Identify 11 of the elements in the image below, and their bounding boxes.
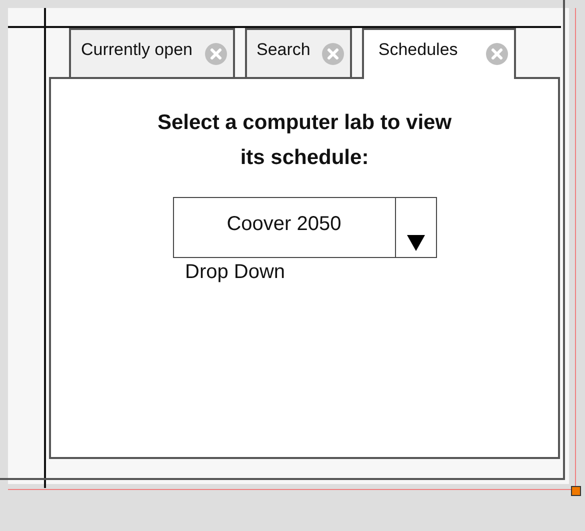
tab[interactable]: Search xyxy=(244,28,352,77)
tab[interactable]: Schedules xyxy=(362,28,516,79)
resize-handle[interactable] xyxy=(571,486,581,496)
dropdown-caption: Drop Down xyxy=(185,261,286,284)
close-icon[interactable] xyxy=(486,43,508,65)
tab[interactable]: Currently open xyxy=(69,28,235,77)
dropdown[interactable]: Coover 2050 xyxy=(172,197,436,258)
dropdown-arrow-icon xyxy=(406,235,424,251)
close-icon[interactable] xyxy=(204,43,227,65)
panel-heading: Select a computer lab to view its schedule: xyxy=(156,110,453,171)
close-icon[interactable] xyxy=(322,43,344,65)
